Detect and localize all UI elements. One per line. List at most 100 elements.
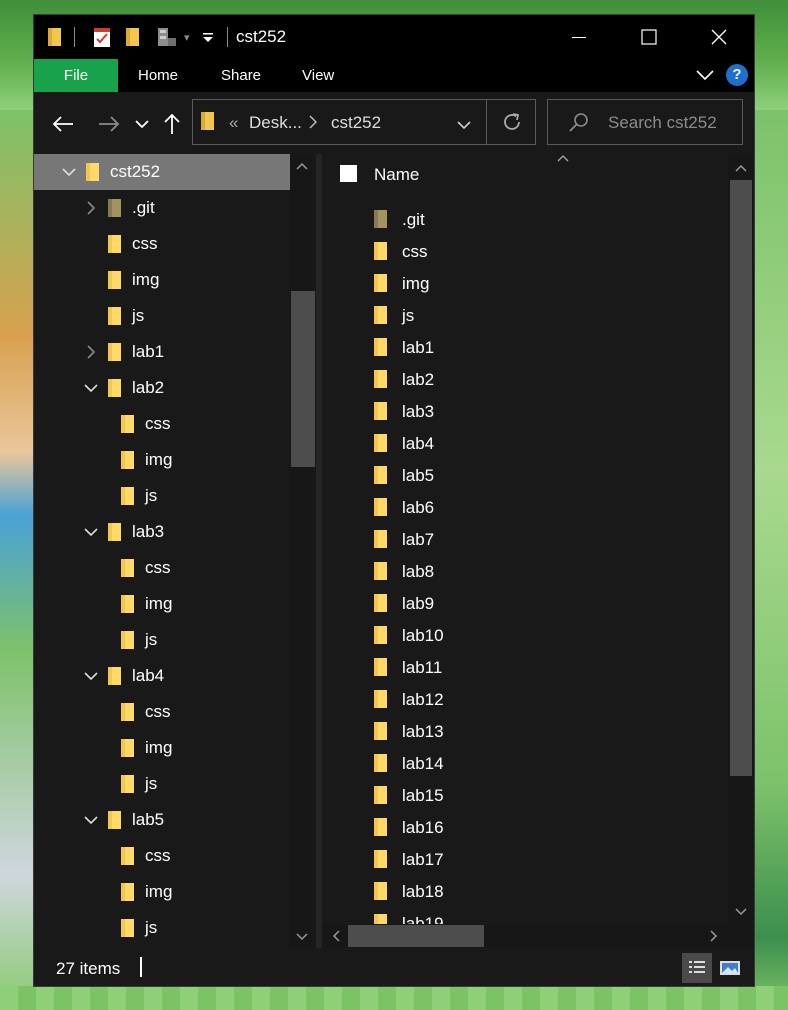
file-row-lab11[interactable]: lab11 bbox=[322, 652, 728, 684]
scroll-up-arrow-icon[interactable] bbox=[735, 164, 747, 172]
close-button[interactable] bbox=[684, 15, 754, 59]
ribbon-expand-chevron-icon[interactable] bbox=[696, 68, 714, 86]
tree-item-img[interactable]: img bbox=[34, 874, 290, 910]
tree-item-cst252[interactable]: cst252 bbox=[34, 154, 290, 190]
file-row-lab12[interactable]: lab12 bbox=[322, 684, 728, 716]
large-icons-view-button[interactable] bbox=[715, 953, 745, 983]
tab-home[interactable]: Home bbox=[138, 59, 178, 92]
tab-view[interactable]: View bbox=[302, 59, 334, 92]
forward-button[interactable] bbox=[96, 110, 122, 138]
file-row-lab2[interactable]: lab2 bbox=[322, 364, 728, 396]
refresh-icon[interactable] bbox=[501, 111, 523, 138]
select-all-checkbox[interactable] bbox=[340, 165, 357, 182]
file-row-lab13[interactable]: lab13 bbox=[322, 716, 728, 748]
file-row-lab6[interactable]: lab6 bbox=[322, 492, 728, 524]
rename-icon[interactable] bbox=[156, 25, 180, 49]
expanded-chevron-icon[interactable] bbox=[84, 813, 98, 827]
tree-item-git[interactable]: .git bbox=[34, 190, 290, 226]
collapsed-chevron-icon[interactable] bbox=[84, 345, 98, 359]
breadcrumb-cst252[interactable]: cst252 bbox=[331, 113, 381, 133]
file-row-lab14[interactable]: lab14 bbox=[322, 748, 728, 780]
scroll-up-arrow-icon[interactable] bbox=[296, 162, 308, 170]
tree-item-css[interactable]: css bbox=[34, 226, 290, 262]
scroll-down-arrow-icon[interactable] bbox=[296, 933, 308, 941]
tree-item-img[interactable]: img bbox=[34, 442, 290, 478]
file-row-lab16[interactable]: lab16 bbox=[322, 812, 728, 844]
tree-item-js[interactable]: js bbox=[34, 298, 290, 334]
scroll-right-arrow-icon[interactable] bbox=[710, 930, 718, 942]
file-row-git[interactable]: .git bbox=[322, 204, 728, 236]
breadcrumb-separator-icon[interactable] bbox=[309, 115, 318, 134]
expanded-chevron-icon[interactable] bbox=[84, 381, 98, 395]
back-button[interactable] bbox=[50, 110, 76, 138]
address-history-chevron-icon[interactable] bbox=[457, 117, 471, 135]
quick-access-dropdown-icon[interactable] bbox=[202, 25, 214, 49]
file-row-lab9[interactable]: lab9 bbox=[322, 588, 728, 620]
file-name: lab1 bbox=[402, 338, 435, 357]
file-row-lab3[interactable]: lab3 bbox=[322, 396, 728, 428]
file-row-lab7[interactable]: lab7 bbox=[322, 524, 728, 556]
file-row-lab19[interactable]: lab19 bbox=[322, 908, 728, 924]
file-row-lab1[interactable]: lab1 bbox=[322, 332, 728, 364]
new-folder-icon[interactable] bbox=[124, 25, 142, 49]
scroll-left-arrow-icon[interactable] bbox=[332, 930, 340, 942]
search-box[interactable]: Search cst252 bbox=[547, 99, 743, 145]
tree-item-js[interactable]: js bbox=[34, 910, 290, 946]
tree-item-lab1[interactable]: lab1 bbox=[34, 334, 290, 370]
expanded-chevron-icon[interactable] bbox=[84, 669, 98, 683]
address-bar[interactable]: « Desk... cst252 bbox=[192, 99, 536, 145]
content-pane-scroll-thumb[interactable] bbox=[730, 180, 752, 776]
tree-item-lab2[interactable]: lab2 bbox=[34, 370, 290, 406]
file-row-lab10[interactable]: lab10 bbox=[322, 620, 728, 652]
tree-item-js[interactable]: js bbox=[34, 622, 290, 658]
tree-item-img[interactable]: img bbox=[34, 262, 290, 298]
tree-item-img[interactable]: img bbox=[34, 730, 290, 766]
content-pane-scrollbar[interactable] bbox=[728, 154, 754, 924]
file-row-img[interactable]: img bbox=[322, 268, 728, 300]
file-row-lab8[interactable]: lab8 bbox=[322, 556, 728, 588]
tree-item-css[interactable]: css bbox=[34, 406, 290, 442]
tree-item-lab5[interactable]: lab5 bbox=[34, 802, 290, 838]
tree-item-js[interactable]: js bbox=[34, 766, 290, 802]
file-row-lab15[interactable]: lab15 bbox=[322, 780, 728, 812]
breadcrumb-desktop[interactable]: Desk... bbox=[249, 113, 302, 133]
details-view-button[interactable] bbox=[682, 953, 712, 983]
file-row-js[interactable]: js bbox=[322, 300, 728, 332]
tab-file[interactable]: File bbox=[34, 59, 118, 92]
file-row-lab5[interactable]: lab5 bbox=[322, 460, 728, 492]
help-button[interactable]: ? bbox=[726, 64, 748, 86]
scroll-down-arrow-icon[interactable] bbox=[735, 908, 747, 916]
properties-icon[interactable] bbox=[91, 25, 113, 49]
sort-ascending-icon[interactable] bbox=[557, 154, 569, 162]
minimize-button[interactable] bbox=[544, 15, 614, 59]
horizontal-scrollbar[interactable] bbox=[322, 924, 728, 948]
file-row-css[interactable]: css bbox=[322, 236, 728, 268]
file-name: lab18 bbox=[402, 882, 444, 901]
column-header-name[interactable]: Name bbox=[374, 165, 419, 185]
tree-item-css[interactable]: css bbox=[34, 694, 290, 730]
tree-item-css[interactable]: css bbox=[34, 550, 290, 586]
horizontal-scroll-thumb[interactable] bbox=[348, 925, 484, 947]
customize-chevron-icon[interactable]: ▾ bbox=[184, 25, 190, 49]
navigation-pane-scrollbar[interactable] bbox=[290, 154, 316, 948]
recent-locations-chevron-icon[interactable] bbox=[132, 110, 152, 138]
tab-share[interactable]: Share bbox=[221, 59, 261, 92]
tree-item-lab3[interactable]: lab3 bbox=[34, 514, 290, 550]
folder-icon bbox=[374, 594, 387, 612]
collapsed-chevron-icon[interactable] bbox=[84, 201, 98, 215]
scrollbar-corner bbox=[728, 924, 754, 948]
expanded-chevron-icon[interactable] bbox=[62, 165, 76, 179]
up-button[interactable] bbox=[160, 110, 184, 138]
tree-item-img[interactable]: img bbox=[34, 586, 290, 622]
tree-item-js[interactable]: js bbox=[34, 478, 290, 514]
expanded-chevron-icon[interactable] bbox=[84, 525, 98, 539]
tree-item-lab4[interactable]: lab4 bbox=[34, 658, 290, 694]
maximize-button[interactable] bbox=[614, 15, 684, 59]
file-row-lab18[interactable]: lab18 bbox=[322, 876, 728, 908]
tree-item-css[interactable]: css bbox=[34, 838, 290, 874]
address-overflow[interactable]: « bbox=[229, 113, 238, 133]
search-input[interactable]: Search cst252 bbox=[608, 113, 717, 133]
navigation-pane-scroll-thumb[interactable] bbox=[291, 291, 315, 467]
file-row-lab4[interactable]: lab4 bbox=[322, 428, 728, 460]
file-row-lab17[interactable]: lab17 bbox=[322, 844, 728, 876]
